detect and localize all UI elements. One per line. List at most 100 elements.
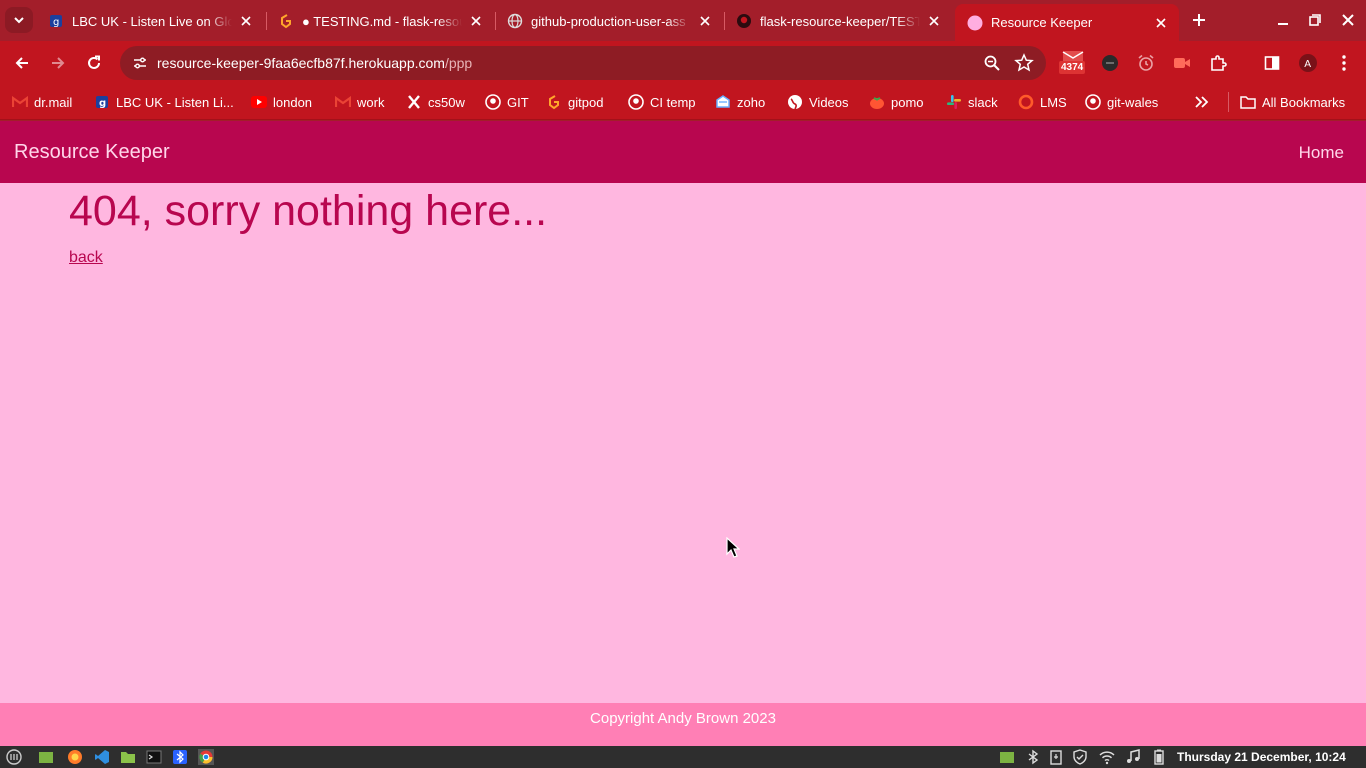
tab-lbc[interactable]: g LBC UK - Listen Live on Glo bbox=[36, 6, 264, 36]
close-tab-icon[interactable] bbox=[697, 13, 713, 29]
tab-title: LBC UK - Listen Live on Glo bbox=[72, 13, 232, 29]
bookmark-label: LBC UK - Listen Li... bbox=[116, 94, 234, 110]
tab-search-button[interactable] bbox=[5, 7, 33, 33]
globalplayer-icon: g bbox=[48, 13, 64, 29]
forward-button[interactable] bbox=[46, 51, 70, 75]
show-desktop-icon[interactable] bbox=[38, 749, 54, 765]
github-icon bbox=[485, 94, 501, 110]
bookmark-slack[interactable]: slack bbox=[946, 92, 998, 112]
close-tab-icon[interactable] bbox=[926, 13, 942, 29]
bluetooth-app-icon[interactable] bbox=[172, 749, 188, 765]
bookmark-work[interactable]: work bbox=[335, 92, 384, 112]
youtube-icon bbox=[251, 94, 267, 110]
globe-icon bbox=[507, 13, 523, 29]
bookmark-label: LMS bbox=[1040, 94, 1067, 110]
battery-icon[interactable] bbox=[1151, 749, 1167, 765]
bookmark-lms[interactable]: LMS bbox=[1018, 92, 1067, 112]
tab-resource-keeper[interactable]: Resource Keeper bbox=[955, 4, 1179, 41]
tray-shield-icon[interactable] bbox=[1072, 749, 1088, 765]
site-settings-icon[interactable] bbox=[132, 55, 148, 71]
back-button[interactable] bbox=[10, 51, 34, 75]
close-tab-icon[interactable] bbox=[1153, 15, 1169, 31]
extension-alarm-button[interactable] bbox=[1134, 51, 1158, 75]
bookmark-lbc[interactable]: g LBC UK - Listen Li... bbox=[94, 92, 234, 112]
folder-icon bbox=[1240, 94, 1256, 110]
files-icon[interactable] bbox=[120, 749, 136, 765]
tab-strip: g LBC UK - Listen Live on Glo ● TESTING.… bbox=[0, 0, 1366, 41]
bookmark-star-icon[interactable] bbox=[1014, 53, 1034, 73]
github-icon bbox=[1085, 94, 1101, 110]
zoho-icon bbox=[715, 94, 731, 110]
extension-record-button[interactable] bbox=[1170, 51, 1194, 75]
gitpod-icon bbox=[546, 94, 562, 110]
nav-home-link[interactable]: Home bbox=[1299, 143, 1344, 163]
music-icon[interactable] bbox=[1125, 749, 1141, 765]
firefox-icon[interactable] bbox=[67, 749, 83, 765]
bookmark-label: cs50w bbox=[428, 94, 465, 110]
tab-testing-md[interactable]: ● TESTING.md - flask-resou bbox=[266, 6, 494, 36]
bookmark-separator bbox=[1228, 92, 1229, 112]
side-panel-icon bbox=[1264, 56, 1280, 70]
bookmark-zoho[interactable]: zoho bbox=[715, 92, 765, 112]
url-text[interactable]: resource-keeper-9faa6ecfb87f.herokuapp.c… bbox=[157, 55, 472, 71]
bookmark-ci-temp[interactable]: CI temp bbox=[628, 92, 696, 112]
extensions-button[interactable] bbox=[1206, 51, 1230, 75]
tab-flask-resource-keeper[interactable]: flask-resource-keeper/TEST bbox=[724, 6, 952, 36]
bookmark-dr-mail[interactable]: dr.mail bbox=[12, 92, 72, 112]
bookmark-gitpod[interactable]: gitpod bbox=[546, 92, 603, 112]
minimize-icon bbox=[1278, 23, 1288, 25]
bookmark-london[interactable]: london bbox=[251, 92, 312, 112]
url-path: /ppp bbox=[444, 55, 473, 71]
chevron-down-icon bbox=[14, 17, 24, 24]
all-bookmarks-label: All Bookmarks bbox=[1262, 94, 1346, 110]
side-panel-button[interactable] bbox=[1260, 51, 1284, 75]
bookmark-cs50w[interactable]: cs50w bbox=[406, 92, 465, 112]
start-menu-icon[interactable] bbox=[6, 749, 22, 765]
back-link[interactable]: back bbox=[69, 249, 103, 267]
zoom-icon[interactable] bbox=[983, 54, 1001, 72]
browser-menu-button[interactable] bbox=[1332, 51, 1356, 75]
bookmark-pomo[interactable]: pomo bbox=[869, 92, 924, 112]
tray-clipboard-icon[interactable] bbox=[1048, 749, 1064, 765]
bookmark-label: pomo bbox=[891, 94, 924, 110]
profile-button[interactable]: A bbox=[1296, 51, 1320, 75]
chrome-icon[interactable] bbox=[198, 749, 214, 765]
bookmark-git[interactable]: GIT bbox=[485, 92, 529, 112]
close-window-button[interactable] bbox=[1336, 8, 1360, 32]
svg-text:g: g bbox=[53, 17, 59, 28]
gitpod-icon bbox=[278, 13, 294, 29]
new-tab-button[interactable] bbox=[1188, 9, 1210, 31]
vscode-icon[interactable] bbox=[94, 749, 110, 765]
tab-title: Resource Keeper bbox=[991, 15, 1093, 30]
all-bookmarks-button[interactable]: All Bookmarks bbox=[1240, 92, 1345, 112]
bookmark-label: work bbox=[357, 94, 385, 110]
github-icon bbox=[736, 13, 752, 29]
site-brand[interactable]: Resource Keeper bbox=[14, 141, 170, 164]
reload-button[interactable] bbox=[82, 51, 106, 75]
terminal-icon[interactable] bbox=[146, 749, 162, 765]
bookmark-videos[interactable]: Videos bbox=[787, 92, 849, 112]
minimize-button[interactable] bbox=[1271, 8, 1295, 32]
bookmark-label: GIT bbox=[507, 94, 529, 110]
close-tab-icon[interactable] bbox=[238, 13, 254, 29]
arrow-right-icon bbox=[52, 57, 65, 69]
wifi-icon[interactable] bbox=[1099, 749, 1115, 765]
page-favicon bbox=[967, 15, 983, 31]
bookmark-git-wales[interactable]: git-wales bbox=[1085, 92, 1158, 112]
kebab-menu-icon bbox=[1342, 55, 1346, 71]
page-title: 404, sorry nothing here... bbox=[69, 187, 548, 235]
x-icon bbox=[406, 94, 422, 110]
chevron-double-right-icon[interactable] bbox=[1191, 92, 1211, 112]
tab-github-production[interactable]: github-production-user-ass bbox=[495, 6, 723, 36]
tray-files-icon[interactable] bbox=[999, 749, 1015, 765]
bookmarks-bar: dr.mail g LBC UK - Listen Li... london wo… bbox=[0, 85, 1366, 120]
globalplayer-icon: g bbox=[94, 94, 110, 110]
address-bar[interactable]: resource-keeper-9faa6ecfb87f.herokuapp.c… bbox=[120, 46, 1046, 80]
site-navbar: Resource Keeper Home bbox=[0, 121, 1366, 183]
close-tab-icon[interactable] bbox=[468, 13, 484, 29]
tray-bluetooth-icon[interactable] bbox=[1025, 749, 1041, 765]
bookmark-label: gitpod bbox=[568, 94, 604, 110]
maximize-button[interactable] bbox=[1303, 8, 1327, 32]
extension-dark-button[interactable] bbox=[1098, 51, 1122, 75]
taskbar-clock[interactable]: Thursday 21 December, 10:24 bbox=[1177, 750, 1346, 764]
